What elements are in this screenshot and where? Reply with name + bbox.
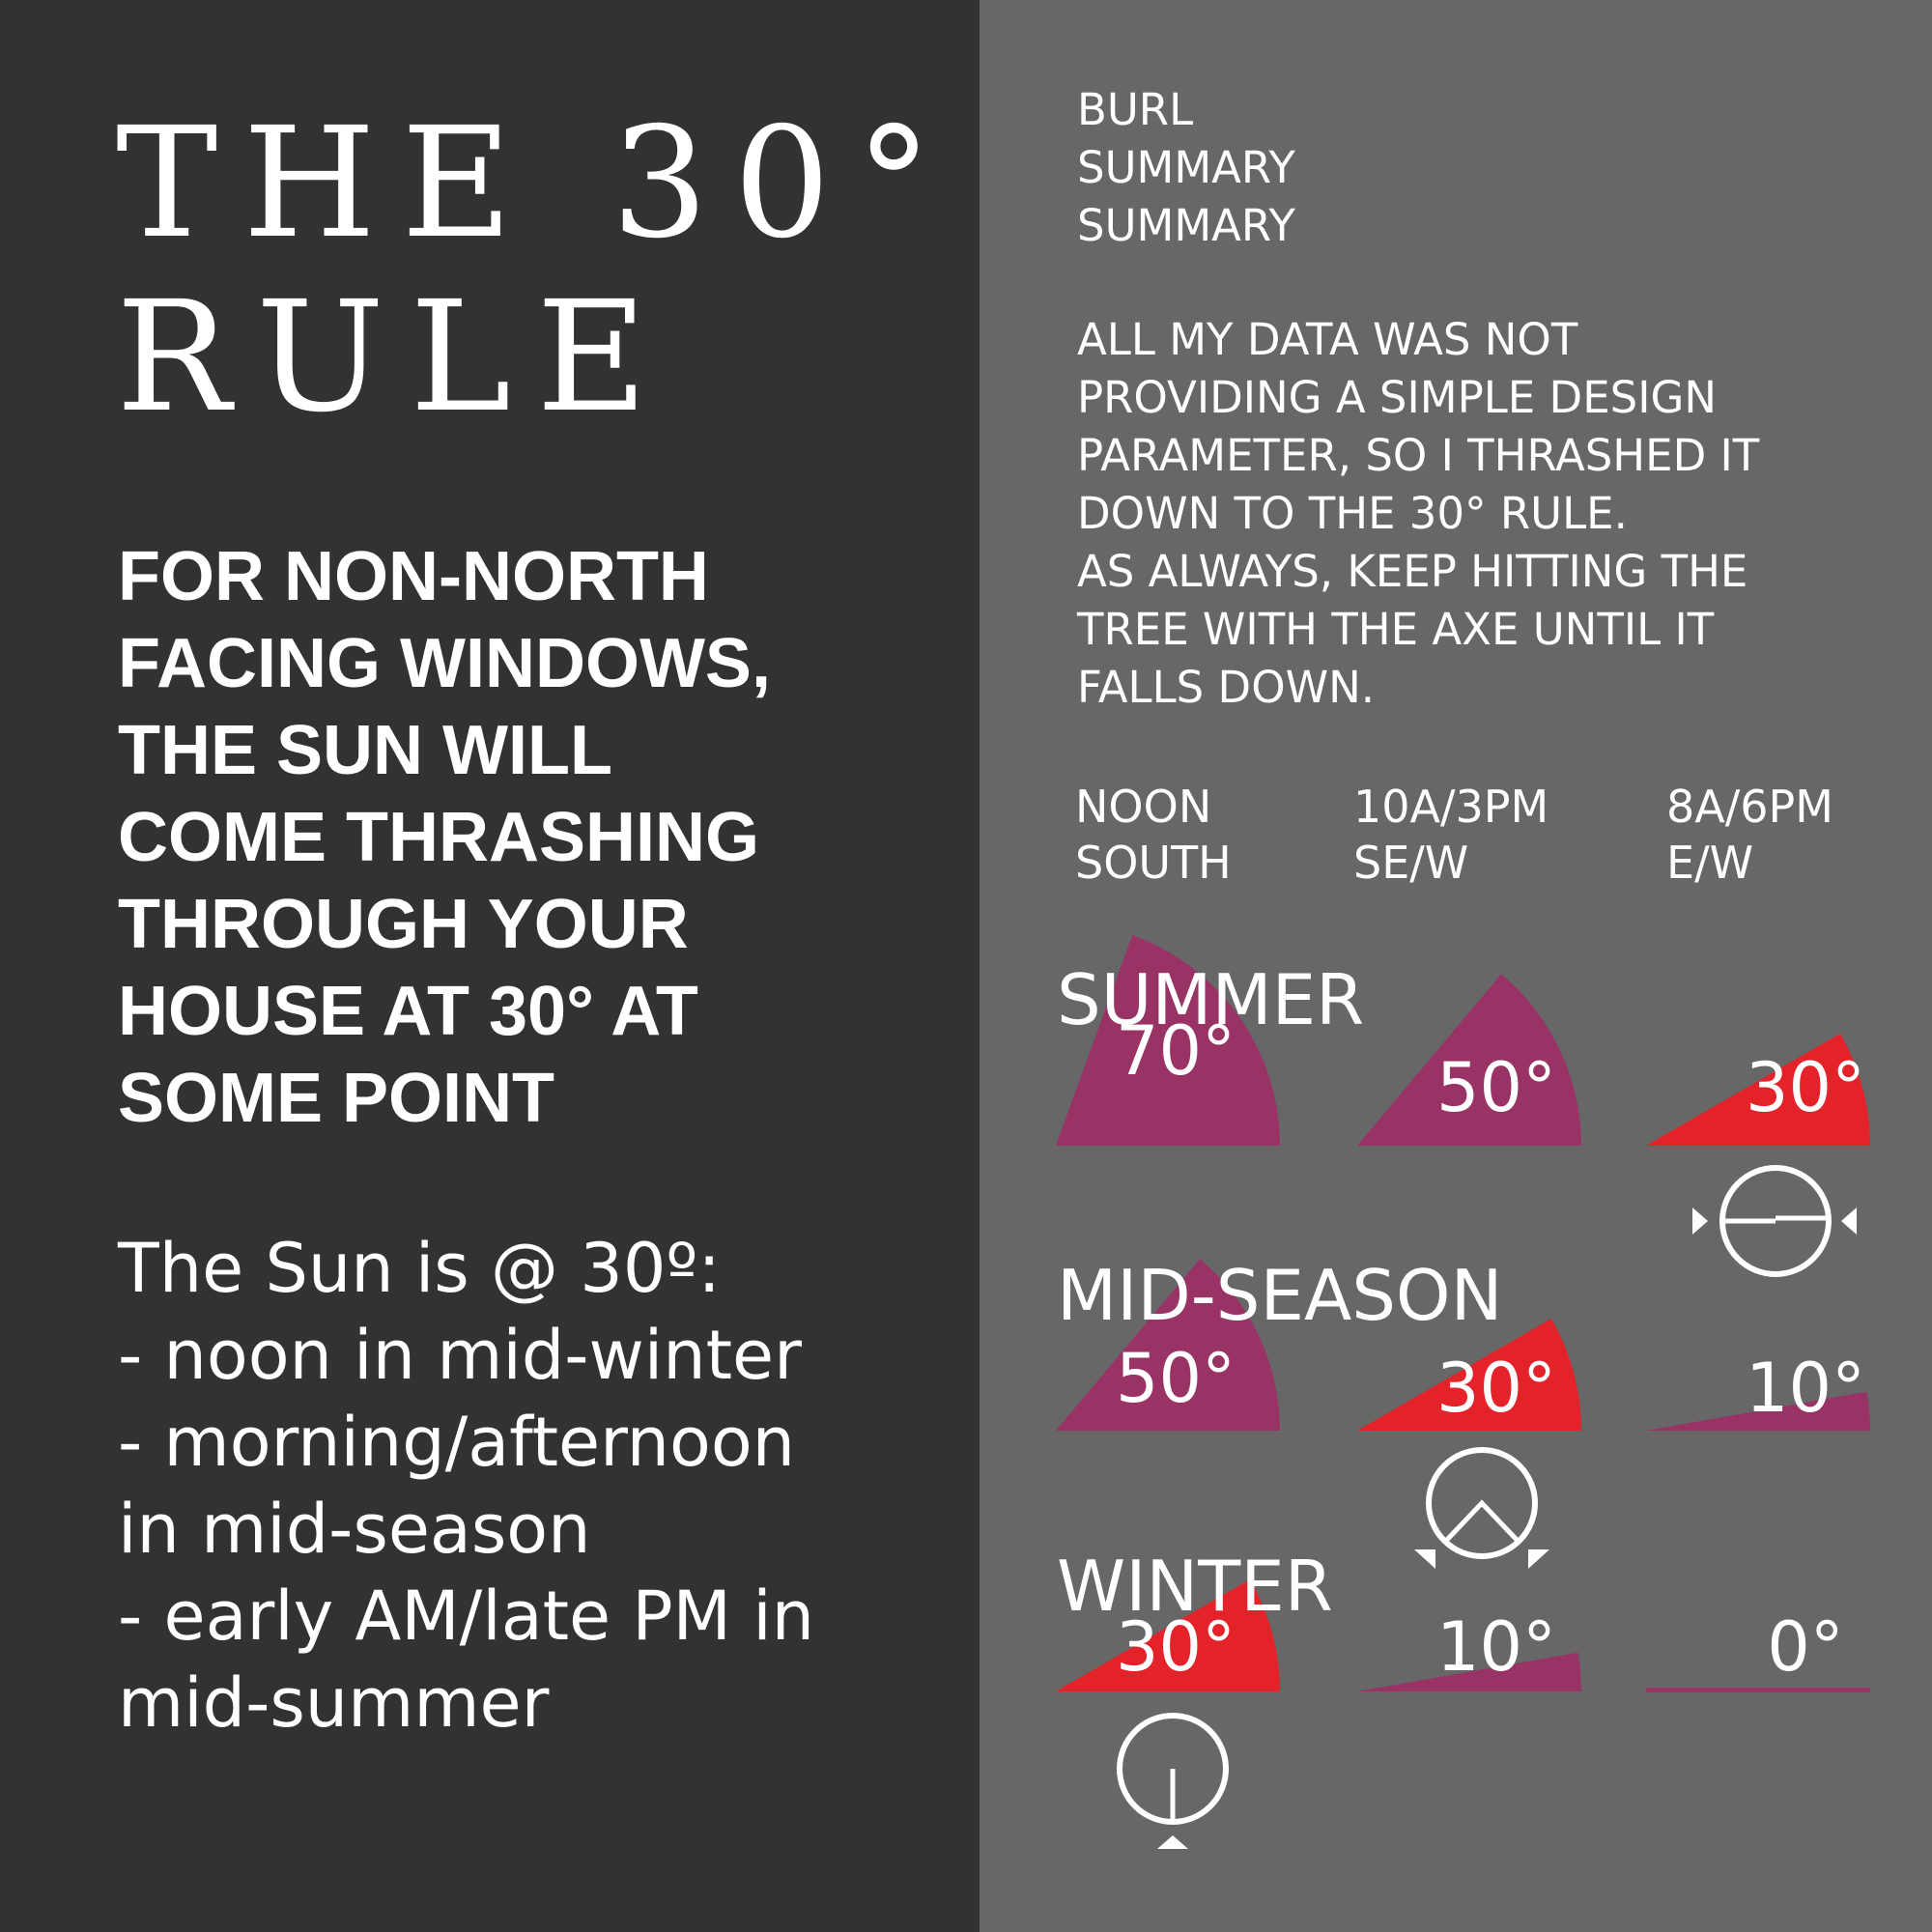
sun-angle-label: 50° (1436, 1048, 1556, 1127)
sun-angle-label: 70° (1116, 1011, 1236, 1091)
label-layer: SUMMER70° 50° 30°MID-SEASON50° 30° 10°WINTER… (1057, 959, 1865, 1687)
sun-angle-diagram: SUMMER70° 50° 30°MID-SEASON50° 30° 10°WINTER… (1056, 935, 1870, 1849)
sun-east-west-icon (1692, 1165, 1857, 1277)
sun-angle-label: 0° (1767, 1607, 1844, 1687)
sun-southeast-icon (1414, 1447, 1549, 1569)
sun-angle-label: 10° (1436, 1607, 1556, 1687)
season-label: MID-SEASON (1057, 1255, 1502, 1336)
sun-angle-label: 30° (1116, 1607, 1236, 1687)
sun-angle-label: 30° (1746, 1048, 1865, 1127)
sun-angle-label: 50° (1116, 1339, 1236, 1418)
sun-angle-wedge (1646, 1688, 1870, 1692)
sun-angle-label: 30° (1436, 1349, 1556, 1428)
sun-south-icon (1117, 1713, 1229, 1849)
sun-angle-label: 10° (1746, 1349, 1865, 1428)
